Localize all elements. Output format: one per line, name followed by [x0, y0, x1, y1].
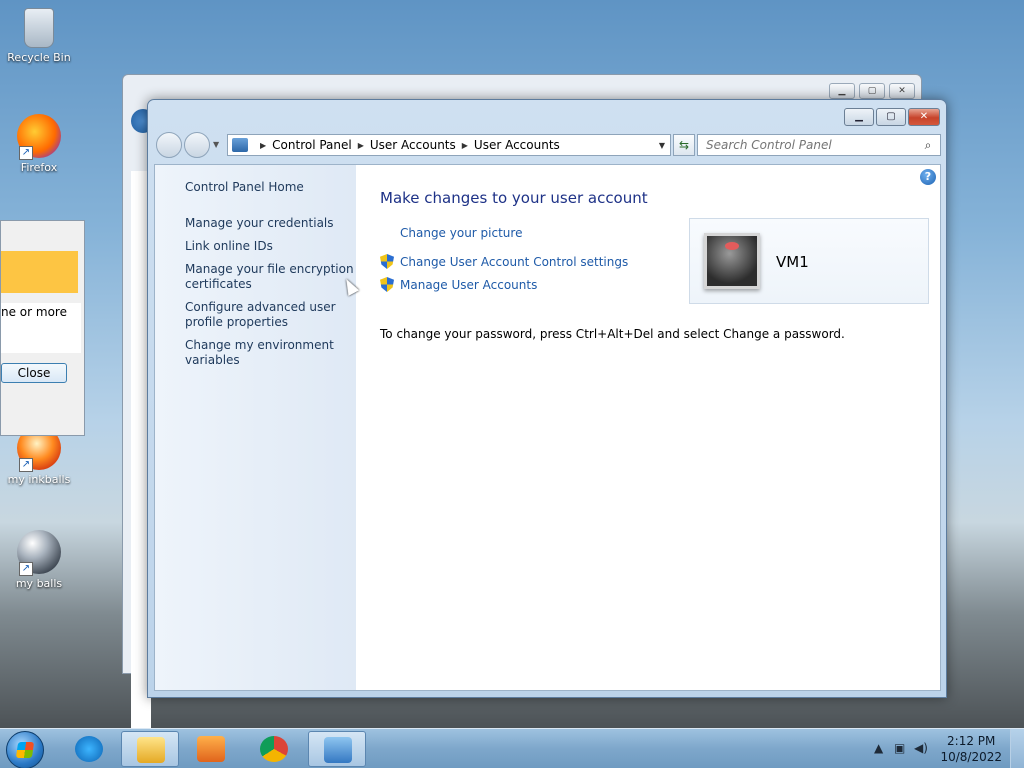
dialog-close-button[interactable]: Close — [1, 363, 67, 383]
desktop-icon-recycle-bin[interactable]: Recycle Bin — [1, 8, 77, 64]
breadcrumb-chevron-icon[interactable]: ▶ — [260, 141, 266, 150]
maximize-button[interactable]: ▢ — [876, 108, 906, 126]
clock[interactable]: 2:12 PM 10/8/2022 — [940, 733, 1002, 765]
shortcut-arrow-icon: ↗ — [19, 562, 33, 576]
recycle-bin-icon — [24, 8, 54, 48]
taskbar-media-player[interactable] — [182, 731, 240, 767]
sidebar-item-link-online-ids[interactable]: Link online IDs — [185, 239, 355, 254]
breadcrumb-control-panel[interactable]: Control Panel — [272, 138, 352, 152]
refresh-button[interactable]: ⇆ — [673, 134, 695, 156]
content-area: Control Panel Home Manage your credentia… — [154, 164, 941, 691]
desktop-icon-my-balls[interactable]: ↗ my balls — [1, 530, 77, 590]
navigation-bar: ▼ ▶ Control Panel ▶ User Accounts ▶ User… — [156, 132, 941, 158]
show-hidden-icons-chevron-icon[interactable]: ▲ — [874, 741, 883, 755]
taskbar-control-panel[interactable] — [308, 731, 366, 767]
network-icon[interactable]: ▣ — [894, 741, 905, 755]
user-accounts-window: ▁ ▢ ✕ ▼ ▶ Control Panel ▶ User Accounts … — [147, 99, 947, 698]
page-title: Make changes to your user account — [380, 189, 648, 207]
breadcrumb-chevron-icon[interactable]: ▶ — [358, 141, 364, 150]
minimize-button[interactable]: ▁ — [844, 108, 874, 126]
sidebar-item-advanced-profile[interactable]: Configure advanced user profile properti… — [185, 300, 355, 330]
media-player-icon — [197, 736, 225, 762]
shortcut-arrow-icon: ↗ — [19, 458, 33, 472]
change-uac-settings-link[interactable]: Change User Account Control settings — [400, 255, 628, 269]
user-name: VM1 — [776, 253, 809, 271]
avatar[interactable] — [704, 233, 760, 289]
firefox-icon: ↗ — [17, 114, 61, 160]
sidebar-item-file-encryption[interactable]: Manage your file encryption certificates — [185, 262, 355, 292]
address-bar[interactable]: ▶ Control Panel ▶ User Accounts ▶ User A… — [227, 134, 671, 156]
search-icon[interactable]: ⌕ — [916, 138, 940, 153]
help-icon[interactable]: ? — [920, 169, 936, 185]
shortcut-arrow-icon: ↗ — [19, 146, 33, 160]
user-account-card: VM1 — [689, 218, 929, 304]
control-panel-icon — [324, 737, 352, 763]
sidebar-item-manage-credentials[interactable]: Manage your credentials — [185, 216, 355, 231]
desktop-icon-label: Firefox — [20, 161, 58, 174]
uac-shield-icon — [380, 277, 394, 292]
forward-button[interactable] — [184, 132, 210, 158]
sidebar-item-environment-variables[interactable]: Change my environment variables — [185, 338, 355, 368]
folder-icon — [137, 737, 165, 763]
close-button[interactable]: ✕ — [889, 83, 915, 99]
taskbar-windows-explorer[interactable] — [121, 731, 179, 767]
clock-date: 10/8/2022 — [940, 750, 1002, 764]
task-sidebar: Control Panel Home Manage your credentia… — [155, 165, 356, 690]
desktop-icon-firefox[interactable]: ↗ Firefox — [1, 114, 77, 174]
warning-banner — [1, 251, 78, 293]
search-box[interactable]: ⌕ — [697, 134, 941, 156]
taskbar: ▲ ▣ ◀) 2:12 PM 10/8/2022 — [0, 728, 1024, 768]
taskbar-internet-explorer[interactable] — [60, 731, 118, 767]
change-picture-link[interactable]: Change your picture — [400, 226, 522, 240]
control-panel-icon — [232, 138, 248, 152]
desktop-icon-label: Recycle Bin — [7, 51, 71, 64]
taskbar-chrome[interactable] — [245, 731, 303, 767]
close-button[interactable]: ✕ — [908, 108, 940, 126]
recent-pages-chevron-icon[interactable]: ▼ — [213, 140, 219, 149]
sidebar-item-control-panel-home[interactable]: Control Panel Home — [185, 180, 355, 195]
breadcrumb-user-accounts[interactable]: User Accounts — [370, 138, 456, 152]
desktop-icon-label: my inkballs — [7, 473, 71, 486]
minimize-button[interactable]: ▁ — [829, 83, 855, 99]
chrome-icon — [260, 736, 288, 762]
system-tray: ▲ ▣ ◀) 2:12 PM 10/8/2022 — [864, 729, 1024, 768]
search-input[interactable] — [706, 138, 916, 152]
maximize-button[interactable]: ▢ — [859, 83, 885, 99]
clock-time: 2:12 PM — [947, 734, 996, 748]
message-dialog: ne or more Close — [0, 220, 85, 436]
password-note: To change your password, press Ctrl+Alt+… — [380, 327, 845, 341]
volume-icon[interactable]: ◀) — [914, 741, 928, 755]
show-desktop-button[interactable] — [1010, 729, 1024, 768]
main-panel: ? Make changes to your user account Chan… — [356, 165, 940, 690]
back-button[interactable] — [156, 132, 182, 158]
internet-explorer-icon — [75, 736, 103, 762]
dialog-message: ne or more — [1, 303, 81, 353]
ball-icon: ↗ — [17, 530, 61, 576]
desktop-icon-label: my balls — [15, 577, 63, 590]
breadcrumb-user-accounts-current[interactable]: User Accounts — [474, 138, 560, 152]
uac-shield-icon — [380, 254, 394, 269]
start-button[interactable] — [6, 731, 44, 768]
breadcrumb-chevron-icon[interactable]: ▶ — [462, 141, 468, 150]
manage-user-accounts-link[interactable]: Manage User Accounts — [400, 278, 537, 292]
address-dropdown-icon[interactable]: ▼ — [654, 141, 670, 150]
